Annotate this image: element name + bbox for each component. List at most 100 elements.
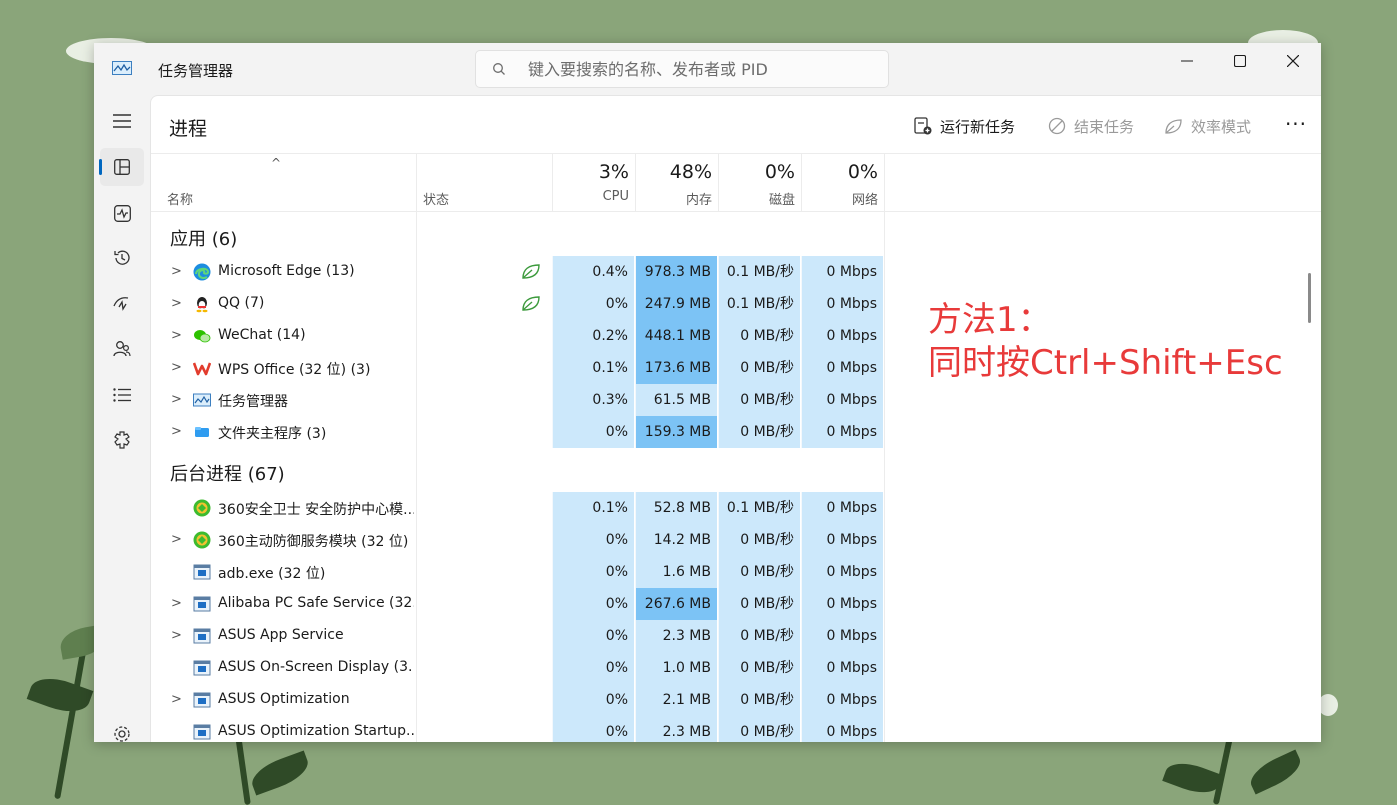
process-name: QQ (7)	[218, 295, 265, 311]
disk-cell: 0 MB/秒	[718, 352, 800, 384]
process-row[interactable]: > WeChat (14) 0.2% 448.1 MB 0 MB/秒 0 Mbps	[151, 320, 885, 352]
minimize-button[interactable]	[1161, 43, 1213, 79]
memory-cell: 1.0 MB	[635, 652, 717, 684]
process-row[interactable]: ASUS Optimization Startup... 0% 2.3 MB 0 MB…	[151, 716, 885, 742]
nav-users[interactable]	[100, 330, 144, 368]
process-row[interactable]: ASUS On-Screen Display (3... 0% 1.0 MB 0 MB…	[151, 652, 885, 684]
process-row[interactable]: > WPS Office (32 位) (3) 0.1% 173.6 MB 0 MB/秒…	[151, 352, 885, 384]
end-task-icon	[1048, 117, 1066, 135]
process-row[interactable]: adb.exe (32 位) 0% 1.6 MB 0 MB/秒 0 Mbps	[151, 556, 885, 588]
expand-chevron-icon[interactable]: >	[171, 264, 182, 279]
nav-performance[interactable]	[100, 194, 144, 232]
users-icon	[113, 341, 131, 357]
performance-icon	[113, 204, 131, 222]
network-cell: 0 Mbps	[801, 320, 883, 352]
processes-icon	[114, 159, 130, 175]
background-stem	[235, 734, 251, 805]
memory-cell: 52.8 MB	[635, 492, 717, 524]
process-row[interactable]: >360主动防御服务模块 (32 位) 0% 14.2 MB 0 MB/秒 0 Mbps	[151, 524, 885, 556]
memory-cell: 2.3 MB	[635, 620, 717, 652]
cpu-total: 3%	[598, 161, 629, 183]
disk-cell: 0.1 MB/秒	[718, 492, 800, 524]
process-name: 任务管理器	[218, 394, 288, 410]
expand-chevron-icon[interactable]: >	[171, 628, 182, 643]
nav-details[interactable]	[100, 376, 144, 414]
nav-processes[interactable]	[99, 148, 144, 186]
background-stem	[1212, 735, 1234, 805]
cpu-cell: 0.1%	[552, 492, 634, 524]
process-row[interactable]: > 任务管理器 0.3% 61.5 MB 0 MB/秒 0 Mbps	[151, 384, 885, 416]
process-row[interactable]: > Microsoft Edge (13) 0.4% 978.3 MB 0.1 MB/秒…	[151, 256, 885, 288]
efficiency-mode-button[interactable]: 效率模式	[1164, 114, 1251, 138]
title-bar: 任务管理器	[94, 43, 1321, 95]
expand-chevron-icon[interactable]: >	[171, 296, 182, 311]
expand-chevron-icon[interactable]: >	[171, 360, 182, 375]
disk-cell: 0 MB/秒	[718, 588, 800, 620]
process-row[interactable]: > 文件夹主程序 (3) 0% 159.3 MB 0 MB/秒 0 Mbps	[151, 416, 885, 448]
wechat-icon	[193, 327, 211, 345]
expand-chevron-icon[interactable]: >	[171, 328, 182, 343]
cpu-cell: 0%	[552, 556, 634, 588]
nav-startup-apps[interactable]	[100, 284, 144, 322]
nav-app-history[interactable]	[100, 239, 144, 277]
leaf-icon	[1165, 118, 1182, 134]
process-name: Microsoft Edge (13)	[218, 263, 355, 279]
nav-services[interactable]	[100, 421, 144, 459]
expand-chevron-icon[interactable]: >	[171, 532, 182, 547]
360-icon	[193, 499, 211, 517]
disk-cell: 0 MB/秒	[718, 524, 800, 556]
close-button[interactable]	[1267, 43, 1319, 79]
column-header-name[interactable]: 名称	[167, 189, 193, 208]
column-header-status[interactable]: 状态	[423, 189, 449, 208]
cpu-cell: 0%	[552, 620, 634, 652]
disk-cell: 0 MB/秒	[718, 716, 800, 742]
close-icon	[1287, 55, 1299, 67]
menu-toggle-button[interactable]	[100, 102, 144, 140]
process-name: adb.exe (32 位)	[218, 566, 326, 582]
memory-cell: 2.1 MB	[635, 684, 717, 716]
memory-cell: 173.6 MB	[635, 352, 717, 384]
search-input[interactable]	[526, 55, 880, 83]
expand-chevron-icon[interactable]: >	[171, 692, 182, 707]
annotation-line-1: 方法1：	[928, 300, 1052, 340]
search-icon	[493, 63, 505, 75]
process-row[interactable]: > Alibaba PC Safe Service (32... 0% 267.6 M…	[151, 588, 885, 620]
process-row[interactable]: 360安全卫士 安全防护中心模... 0.1% 52.8 MB 0.1 MB/秒 0 M…	[151, 492, 885, 524]
expand-chevron-icon[interactable]: >	[171, 424, 182, 439]
expand-chevron-icon[interactable]: >	[171, 596, 182, 611]
process-row[interactable]: > ASUS App Service 0% 2.3 MB 0 MB/秒 0 Mbps	[151, 620, 885, 652]
disk-cell: 0 MB/秒	[718, 652, 800, 684]
column-header-disk[interactable]: 0% 磁盘	[718, 154, 801, 211]
disk-cell: 0 MB/秒	[718, 684, 800, 716]
background-cloud	[1318, 694, 1338, 716]
hamburger-icon	[113, 114, 131, 128]
background-leaf	[26, 670, 94, 720]
network-cell: 0 Mbps	[801, 652, 883, 684]
network-cell: 0 Mbps	[801, 556, 883, 588]
nav-settings[interactable]	[100, 715, 144, 742]
column-header-memory[interactable]: 48% 内存	[635, 154, 718, 211]
process-name: WPS Office (32 位) (3)	[218, 362, 371, 378]
process-row[interactable]: > ASUS Optimization 0% 2.1 MB 0 MB/秒 0 Mbps	[151, 684, 885, 716]
more-options-button[interactable]: ···	[1279, 110, 1313, 138]
expand-chevron-icon[interactable]: >	[171, 392, 182, 407]
network-total: 0%	[847, 161, 878, 183]
cpu-cell: 0%	[552, 524, 634, 556]
column-header-network[interactable]: 0% 网络	[801, 154, 884, 211]
services-icon	[114, 431, 130, 449]
search-box[interactable]	[475, 50, 889, 88]
process-row[interactable]: > QQ (7) 0% 247.9 MB 0.1 MB/秒 0 Mbps	[151, 288, 885, 320]
scrollbar-thumb[interactable]	[1308, 273, 1311, 323]
maximize-button[interactable]	[1214, 43, 1266, 79]
active-indicator	[99, 159, 102, 175]
end-task-button[interactable]: 结束任务	[1048, 114, 1134, 138]
run-new-task-button[interactable]: 运行新任务	[914, 114, 1015, 138]
column-header-cpu[interactable]: 3% CPU	[552, 154, 635, 211]
vertical-scrollbar[interactable]	[1306, 271, 1312, 742]
processes-panel: 进程 运行新任务 结束任务 效率模式 ··· ^ 名称 状态 3% CPU 48…	[150, 95, 1321, 742]
disk-cell: 0.1 MB/秒	[718, 256, 800, 288]
cpu-cell: 0%	[552, 416, 634, 448]
memory-cell: 1.6 MB	[635, 556, 717, 588]
window-app-icon	[193, 691, 211, 709]
disk-cell: 0.1 MB/秒	[718, 288, 800, 320]
